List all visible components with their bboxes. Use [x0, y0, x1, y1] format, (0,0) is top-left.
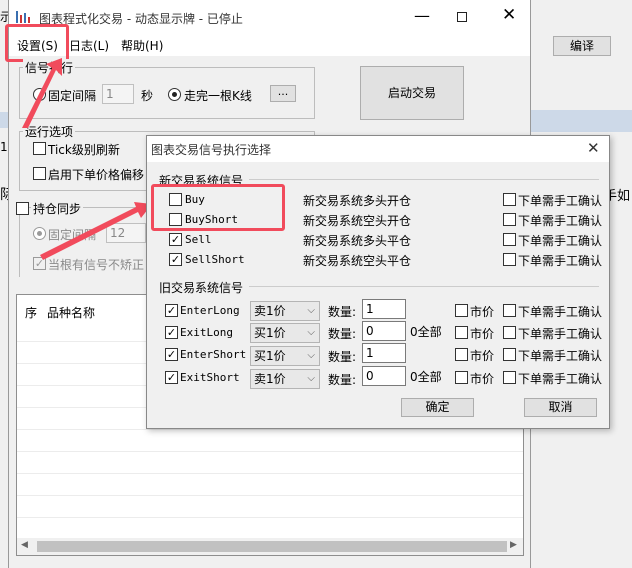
exitlong-checkbox[interactable]: ✓	[165, 326, 178, 339]
exitshort-qty-input[interactable]: 0	[362, 366, 406, 386]
dialog-title-bar: 图表交易信号执行选择 ✕	[147, 136, 609, 162]
enterlong-manual-checkbox[interactable]	[503, 304, 516, 317]
arrow-up-to-menu	[22, 58, 62, 128]
enterlong-market-label: 市价	[470, 305, 495, 319]
signal-selection-dialog: 图表交易信号执行选择 ✕ 新交易系统信号 Buy 新交易系统多头开仓 下单需手工…	[146, 135, 610, 429]
exitshort-manual-checkbox[interactable]	[503, 371, 516, 384]
entershort-qty-input[interactable]: 1	[362, 343, 406, 363]
exitshort-price-value: 卖1价	[254, 372, 286, 386]
sellshort-manual-checkbox[interactable]	[503, 253, 516, 266]
sellshort-manual-label: 下单需手工确认	[518, 254, 603, 268]
exitshort-all-label: 0全部	[410, 370, 442, 384]
arrow-to-dialog	[40, 202, 152, 260]
buyshort-manual-checkbox[interactable]	[503, 213, 516, 226]
sell-manual-label: 下单需手工确认	[518, 234, 603, 248]
chevron-down-icon: ⌵	[307, 373, 315, 384]
exitshort-manual-label: 下单需手工确认	[518, 372, 603, 386]
buy-signals-highlight	[151, 184, 285, 231]
buy-manual-label: 下单需手工确认	[518, 194, 603, 208]
entershort-price-select[interactable]: 买1价 ⌵	[250, 346, 320, 366]
enterlong-price-value: 卖1价	[254, 304, 286, 318]
exitlong-price-value: 买1价	[254, 326, 286, 340]
exitshort-label: ExitShort	[180, 371, 240, 384]
old-signals-section: 旧交易系统信号	[159, 281, 244, 295]
sellshort-checkbox[interactable]: ✓	[169, 253, 182, 266]
buyshort-manual-label: 下单需手工确认	[518, 214, 603, 228]
exitlong-price-select[interactable]: 买1价 ⌵	[250, 323, 320, 343]
exitshort-checkbox[interactable]: ✓	[165, 371, 178, 384]
dialog-title: 图表交易信号执行选择	[151, 143, 272, 157]
exitlong-all-label: 0全部	[410, 325, 442, 339]
enterlong-label: EnterLong	[180, 304, 240, 317]
exitshort-price-select[interactable]: 卖1价 ⌵	[250, 369, 320, 389]
exitshort-market-checkbox[interactable]	[455, 371, 468, 384]
exitshort-market-label: 市价	[470, 372, 495, 386]
chevron-down-icon: ⌵	[307, 305, 315, 316]
exitlong-manual-checkbox[interactable]	[503, 326, 516, 339]
exitlong-market-label: 市价	[470, 327, 495, 341]
entershort-market-checkbox[interactable]	[455, 348, 468, 361]
cancel-button[interactable]: 取消	[524, 398, 597, 417]
ok-button[interactable]: 确定	[401, 398, 474, 417]
sell-checkbox[interactable]: ✓	[169, 233, 182, 246]
entershort-manual-checkbox[interactable]	[503, 348, 516, 361]
old-signals-divider	[249, 286, 599, 287]
new-signals-divider	[249, 179, 599, 180]
entershort-label: EnterShort	[180, 348, 247, 361]
sell-desc: 新交易系统多头平仓	[303, 234, 412, 248]
sellshort-label: SellShort	[185, 253, 245, 266]
enterlong-qty-input[interactable]: 1	[362, 299, 406, 319]
buyshort-desc: 新交易系统空头开仓	[303, 214, 412, 228]
exitlong-label: ExitLong	[180, 326, 233, 339]
buy-desc: 新交易系统多头开仓	[303, 194, 412, 208]
exitlong-manual-label: 下单需手工确认	[518, 327, 603, 341]
sell-manual-checkbox[interactable]	[503, 233, 516, 246]
enterlong-qty-label: 数量:	[328, 305, 357, 319]
entershort-market-label: 市价	[470, 349, 495, 363]
enterlong-manual-label: 下单需手工确认	[518, 305, 603, 319]
sellshort-desc: 新交易系统空头平仓	[303, 254, 412, 268]
entershort-checkbox[interactable]: ✓	[165, 348, 178, 361]
entershort-price-value: 买1价	[254, 349, 286, 363]
exitshort-qty-label: 数量:	[328, 373, 357, 387]
entershort-qty-label: 数量:	[328, 350, 357, 364]
sell-label: Sell	[185, 233, 212, 246]
enterlong-checkbox[interactable]: ✓	[165, 304, 178, 317]
chevron-down-icon: ⌵	[307, 327, 315, 338]
enterlong-market-checkbox[interactable]	[455, 304, 468, 317]
exitlong-qty-label: 数量:	[328, 327, 357, 341]
exitlong-qty-input[interactable]: 0	[362, 321, 406, 341]
exitlong-market-checkbox[interactable]	[455, 326, 468, 339]
entershort-manual-label: 下单需手工确认	[518, 349, 603, 363]
enterlong-price-select[interactable]: 卖1价 ⌵	[250, 301, 320, 321]
chevron-down-icon: ⌵	[307, 350, 315, 361]
dialog-close-icon[interactable]: ✕	[587, 139, 600, 157]
buy-manual-checkbox[interactable]	[503, 193, 516, 206]
